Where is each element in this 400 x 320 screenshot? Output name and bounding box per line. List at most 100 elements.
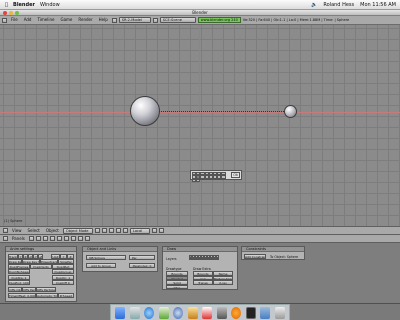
- blender-icon[interactable]: [231, 307, 242, 319]
- add-constraint-button[interactable]: Add Constraint: [244, 254, 266, 259]
- extra-xray-button[interactable]: X-ray: [213, 280, 233, 285]
- layer-popup[interactable]: Ok: [190, 170, 242, 182]
- mode-select[interactable]: Object Mode: [62, 227, 93, 234]
- menu-file[interactable]: File: [9, 17, 20, 23]
- window-type-icon[interactable]: [2, 17, 7, 23]
- volume-icon[interactable]: 🔈: [311, 2, 317, 8]
- translate-icon[interactable]: [115, 228, 121, 233]
- itunes-icon[interactable]: [173, 307, 184, 319]
- menu-timeline[interactable]: Timeline: [35, 17, 56, 23]
- offs-particle-button[interactable]: Offs Particle: [36, 287, 56, 292]
- menu-help[interactable]: Help: [97, 17, 110, 23]
- 3d-viewport[interactable]: Ok (1) Sphere: [0, 25, 400, 226]
- active-object-label: (1) Sphere: [4, 219, 23, 223]
- object-context-icon[interactable]: [49, 236, 55, 241]
- add-to-group-button[interactable]: Add to Group: [86, 263, 116, 268]
- draw-panel: Draw Layers Drawtype Draw Extra Bounds S…: [162, 246, 238, 290]
- draw-key-button[interactable]: Draw Key: [8, 259, 22, 264]
- layers-label: Layers: [166, 257, 177, 261]
- menu-object[interactable]: Object: [44, 228, 61, 234]
- pass-index-field[interactable]: PassIndex: 0: [129, 263, 155, 268]
- time-offset-field[interactable]: TimeOffset: 0.000: [8, 293, 36, 298]
- scene-select[interactable]: SCE:Scene: [159, 17, 196, 23]
- logic-icon[interactable]: [28, 236, 34, 241]
- orientation-select[interactable]: Local: [129, 227, 150, 234]
- app-menu[interactable]: Blender: [13, 2, 35, 8]
- dup-on-field[interactable]: DupOn: 1: [52, 275, 74, 280]
- menu-select[interactable]: Select: [26, 228, 42, 234]
- sub-context-3-icon[interactable]: [84, 236, 90, 241]
- small-sphere-object[interactable]: [284, 105, 297, 118]
- menu-view[interactable]: View: [10, 228, 24, 234]
- folder-icon[interactable]: [260, 307, 271, 319]
- dupli-verts-button[interactable]: DupliVerts: [30, 264, 52, 269]
- up-x-button[interactable]: UpX: [51, 254, 60, 259]
- shading-icon[interactable]: [94, 228, 100, 233]
- up-y-button[interactable]: Y: [60, 254, 67, 259]
- layer-icon[interactable]: [151, 228, 157, 233]
- panel-title: Anim settings: [6, 247, 76, 252]
- offs-ob-button[interactable]: Offs Ob: [8, 287, 22, 292]
- terminal-icon[interactable]: [245, 307, 256, 319]
- slowpar-button[interactable]: SlowPar: [58, 259, 74, 264]
- extra-transp-button[interactable]: Transp: [193, 280, 213, 285]
- editing-context-icon[interactable]: [56, 236, 62, 241]
- ical-icon[interactable]: [202, 307, 213, 319]
- dupli-group-button[interactable]: DupliGroup: [52, 269, 74, 274]
- apple-icon[interactable]: : [5, 2, 8, 8]
- offs-par-button[interactable]: Offs Par: [22, 287, 36, 292]
- track-x-button[interactable]: TrackX: [8, 254, 18, 259]
- screen-select[interactable]: SR:2-Model: [118, 17, 151, 23]
- drawtype-wire-button[interactable]: Wire: [166, 284, 188, 289]
- zoom-icon[interactable]: [15, 11, 19, 15]
- menu-add[interactable]: Add: [22, 17, 34, 23]
- sub-context-2-icon[interactable]: [77, 236, 83, 241]
- menu-render[interactable]: Render: [76, 17, 94, 23]
- manipulator-icon[interactable]: [108, 228, 114, 233]
- shading-context-icon[interactable]: [42, 236, 48, 241]
- close-icon[interactable]: [3, 11, 7, 15]
- ichat-icon[interactable]: [158, 307, 169, 319]
- clock[interactable]: Mon 11:56 AM: [360, 2, 396, 8]
- sub-context-1-icon[interactable]: [70, 236, 76, 241]
- scene-browse-icon[interactable]: [152, 17, 158, 23]
- editor-type-icon[interactable]: [3, 228, 8, 233]
- trash-icon[interactable]: [274, 307, 285, 319]
- menu-game[interactable]: Game: [58, 17, 74, 23]
- panel-title: Object and Links: [83, 247, 157, 252]
- preferences-icon[interactable]: [216, 307, 227, 319]
- prspeed-button[interactable]: PrSpeed: [58, 293, 74, 298]
- safari-icon[interactable]: [144, 307, 155, 319]
- object-name-field[interactable]: OB:Sphere: [86, 255, 126, 260]
- ok-button[interactable]: Ok: [231, 172, 240, 178]
- dup-off-field[interactable]: DupOff 0: [52, 280, 74, 285]
- automatic-time-button[interactable]: Automatic Time: [36, 293, 58, 298]
- panels-menu[interactable]: Panels: [10, 236, 27, 242]
- rotate-icon[interactable]: [122, 228, 128, 233]
- layers-grid[interactable]: [189, 255, 219, 260]
- layer-grid[interactable]: [192, 171, 229, 182]
- mail-icon[interactable]: [129, 307, 140, 319]
- up-z-button[interactable]: Z: [67, 254, 74, 259]
- sphere-object[interactable]: [130, 96, 160, 126]
- lock-icon[interactable]: [158, 228, 164, 233]
- window-menu[interactable]: Window: [40, 2, 60, 8]
- track-negz-button[interactable]: -Z: [38, 254, 43, 259]
- parent-field[interactable]: Par: [129, 255, 155, 260]
- dup-end-field[interactable]: DupEnd: 100: [8, 280, 30, 285]
- user-name[interactable]: Roland Hess: [323, 2, 354, 8]
- dupli-faces-button[interactable]: DupliRot: [52, 264, 74, 269]
- finder-icon[interactable]: [115, 307, 126, 319]
- script-icon[interactable]: [35, 236, 41, 241]
- draw-key-sel-button[interactable]: Draw Key Sel: [22, 259, 40, 264]
- dupli-nospeed-button[interactable]: DupliNoSpeed: [8, 269, 30, 274]
- powertrack-button[interactable]: Powertrack: [40, 259, 58, 264]
- dup-sta-field[interactable]: DupSta: 1: [8, 275, 30, 280]
- scene-context-icon[interactable]: [63, 236, 69, 241]
- screen-browse-icon[interactable]: [111, 17, 117, 23]
- iphoto-icon[interactable]: [187, 307, 198, 319]
- buttons-window-icon[interactable]: [3, 236, 8, 241]
- minimize-icon[interactable]: [9, 11, 13, 15]
- pivot-icon[interactable]: [101, 228, 107, 233]
- dupli-frames-button[interactable]: DupliFrames: [8, 264, 30, 269]
